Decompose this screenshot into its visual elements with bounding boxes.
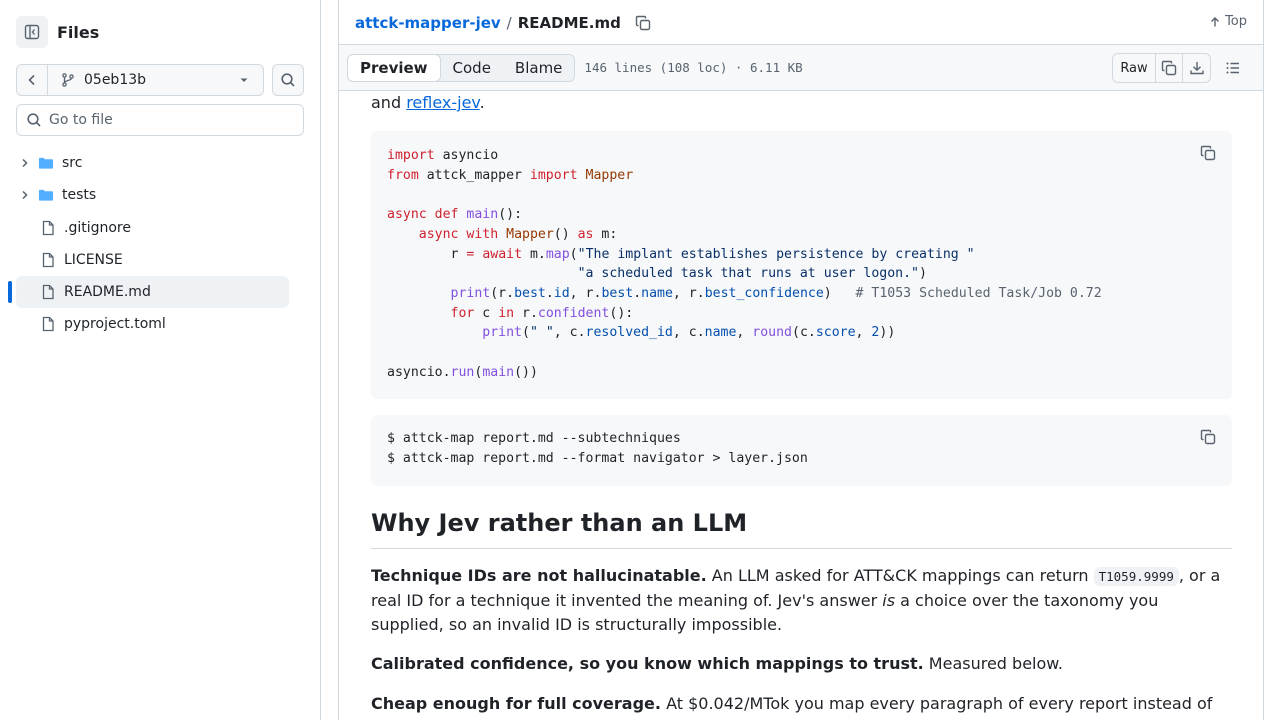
sidebar-collapse-icon	[24, 24, 40, 40]
file-header: attck-mapper-jev / README.md Top	[338, 0, 1264, 45]
arrow-up-icon	[1211, 16, 1220, 26]
shell-code: $ attck-map report.md --subtechniques $ …	[371, 415, 1232, 468]
tab-code[interactable]: Code	[441, 55, 503, 81]
file-stats: 146 lines (108 loc) · 6.11 KB	[584, 60, 803, 75]
top-link[interactable]: Top	[1209, 14, 1247, 29]
tree-item-label: src	[62, 155, 83, 171]
bold-lead: Cheap enough for full coverage.	[371, 694, 661, 713]
shell-code-block: $ attck-map report.md --subtechniques $ …	[371, 415, 1232, 486]
tree-item-tests[interactable]: tests	[16, 179, 289, 211]
reflex-jev-link[interactable]: reflex-jev	[406, 93, 479, 112]
tree-item-label: LICENSE	[64, 251, 123, 268]
collapse-sidebar-button[interactable]	[16, 16, 48, 48]
copy-icon	[1161, 60, 1177, 76]
branch-back-button[interactable]	[17, 65, 48, 95]
breadcrumb-file: README.md	[517, 13, 621, 32]
section-heading: Why Jev rather than an LLM	[371, 509, 1232, 549]
sidebar-title: Files	[57, 22, 100, 42]
tab-preview[interactable]: Preview	[347, 53, 441, 82]
python-code-block: import asyncio from attck_mapper import …	[371, 131, 1232, 399]
tree-item-label: tests	[62, 187, 97, 204]
chevron-left-icon	[28, 74, 35, 86]
emphasis: is	[882, 591, 896, 610]
inline-code: T1059.9999	[1093, 567, 1179, 586]
copy-code-button[interactable]	[1200, 145, 1216, 165]
branch-name: 05eb13b	[84, 72, 147, 88]
file-icon	[40, 316, 56, 332]
search-icon	[281, 73, 295, 87]
tree-item-label: pyproject.toml	[64, 316, 166, 333]
python-code: import asyncio from attck_mapper import …	[387, 148, 1102, 380]
search-button[interactable]	[272, 64, 304, 96]
search-icon	[27, 113, 41, 127]
file-toolbar: Preview Code Blame 146 lines (108 loc) ·…	[338, 44, 1264, 91]
git-branch-icon	[62, 73, 74, 87]
tree-item-label: README.md	[64, 284, 151, 301]
tree-item-pyproject[interactable]: pyproject.toml	[16, 308, 289, 340]
copy-code-button[interactable]	[1200, 429, 1216, 449]
view-mode-tabs: Preview Code Blame	[347, 53, 576, 82]
bold-lead: Technique IDs are not hallucinatable.	[371, 566, 707, 585]
copy-path-button[interactable]	[635, 15, 651, 31]
go-to-file-input[interactable]	[49, 112, 289, 128]
paragraph-cheap: Cheap enough for full coverage. At $0.04…	[371, 692, 1232, 716]
text: Measured below.	[923, 654, 1063, 673]
tab-blame[interactable]: Blame	[503, 55, 575, 81]
readme-content: and reflex-jev. import asyncio from attc…	[338, 91, 1264, 720]
caret-down-icon	[240, 78, 248, 82]
top-label: Top	[1225, 14, 1247, 29]
tree-item-readme[interactable]: README.md	[8, 276, 289, 309]
copy-icon	[1200, 145, 1216, 161]
intro-period: .	[479, 93, 485, 112]
file-icon	[40, 284, 56, 300]
file-sidebar: Files 05eb13b src tests	[0, 0, 321, 720]
tree-item-src[interactable]: src	[16, 147, 289, 179]
file-tree: src tests .gitignore LICENSE README.md p…	[8, 147, 289, 341]
paragraph-calibrated: Calibrated confidence, so you know which…	[371, 652, 1232, 676]
tree-item-gitignore[interactable]: .gitignore	[16, 212, 289, 244]
list-unordered-icon	[1226, 62, 1239, 74]
breadcrumb-separator: /	[506, 13, 512, 32]
branch-selector[interactable]: 05eb13b	[48, 65, 263, 95]
file-actions: Raw	[1112, 53, 1211, 83]
branch-selector-group: 05eb13b	[16, 64, 265, 96]
tree-item-label: .gitignore	[64, 219, 131, 236]
copy-icon	[635, 15, 651, 30]
file-icon	[40, 220, 56, 236]
paragraph-technique-ids: Technique IDs are not hallucinatable. An…	[371, 564, 1232, 637]
download-icon	[1189, 62, 1204, 75]
chevron-right-icon[interactable]	[17, 157, 33, 169]
file-icon	[40, 252, 56, 268]
chevron-right-icon[interactable]	[17, 189, 33, 201]
copy-raw-button[interactable]	[1156, 54, 1183, 82]
intro-paragraph: and reflex-jev.	[371, 91, 1232, 115]
sidebar-header: Files	[16, 16, 99, 48]
shell-line: $ attck-map report.md --subtechniques	[387, 431, 681, 446]
text: At $0.042/MTok you map every paragraph o…	[660, 694, 1213, 713]
tree-item-license[interactable]: LICENSE	[16, 244, 289, 276]
folder-icon	[38, 187, 54, 203]
text: An LLM asked for ATT&CK mappings can ret…	[706, 566, 1094, 585]
download-button[interactable]	[1183, 54, 1210, 82]
intro-text: and	[371, 93, 407, 112]
bold-lead: Calibrated confidence, so you know which…	[371, 654, 924, 673]
raw-button[interactable]: Raw	[1113, 54, 1156, 82]
go-to-file-field[interactable]	[16, 104, 304, 136]
branch-row: 05eb13b	[16, 64, 304, 96]
shell-line: $ attck-map report.md --format navigator…	[387, 450, 808, 466]
outline-button[interactable]	[1225, 60, 1241, 80]
breadcrumb-repo-link[interactable]: attck-mapper-jev	[355, 14, 501, 32]
copy-icon	[1200, 429, 1216, 445]
folder-icon	[38, 155, 54, 171]
